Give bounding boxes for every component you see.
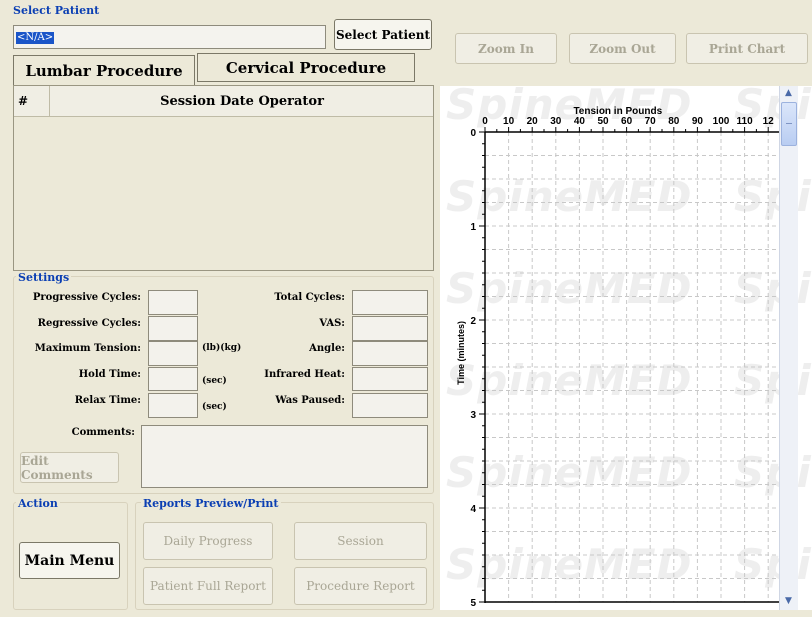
x-tick-label: 80 bbox=[668, 116, 680, 127]
y-tick-label: 1 bbox=[470, 222, 476, 233]
daily-progress-button[interactable]: Daily Progress bbox=[143, 522, 273, 560]
x-tick-label: 10 bbox=[503, 116, 515, 127]
tab-cervical-procedure[interactable]: Cervical Procedure bbox=[197, 53, 415, 82]
x-tick-label: 60 bbox=[621, 116, 633, 127]
setting-value-field[interactable] bbox=[352, 290, 428, 315]
y-tick-label: 4 bbox=[470, 504, 476, 515]
x-tick-label: 110 bbox=[737, 116, 754, 127]
x-tick-label: 100 bbox=[713, 116, 730, 127]
setting-label: VAS: bbox=[319, 318, 345, 329]
y-tick-label: 0 bbox=[470, 128, 476, 139]
scrollbar-thumb[interactable] bbox=[781, 102, 797, 146]
settings-group-label: Settings bbox=[16, 271, 72, 284]
chart-vertical-scrollbar[interactable]: ▲ ▼ bbox=[779, 86, 798, 610]
y-tick-label: 3 bbox=[470, 410, 476, 421]
zoom-out-button[interactable]: Zoom Out bbox=[569, 33, 676, 64]
setting-value-field[interactable] bbox=[148, 341, 198, 366]
chart-title: Tension in Pounds bbox=[573, 106, 662, 117]
setting-value-field[interactable] bbox=[352, 316, 428, 341]
comments-textarea[interactable] bbox=[141, 425, 428, 488]
chart-panel: SpineMEDSpineMEDSpineMEDSpineMEDSpineMED… bbox=[440, 86, 812, 610]
x-tick-label: 12 bbox=[763, 116, 775, 127]
tension-chart: 0 10 20 30 40 50 60 70 80 90 100 110 12012345Tension… bbox=[456, 106, 780, 609]
x-tick-label: 20 bbox=[527, 116, 539, 127]
setting-value-field[interactable] bbox=[148, 367, 198, 391]
y-axis-label: Time (minutes) bbox=[456, 321, 466, 385]
select-patient-button[interactable]: Select Patient bbox=[334, 19, 432, 50]
y-tick-label: 5 bbox=[470, 598, 476, 609]
setting-label: Angle: bbox=[309, 343, 345, 354]
select-patient-group-label: Select Patient bbox=[13, 4, 100, 17]
setting-label: Infrared Heat: bbox=[264, 369, 345, 380]
setting-unit: (sec) bbox=[202, 402, 227, 412]
sessions-header: # Session Date Operator bbox=[14, 86, 433, 117]
setting-label: Hold Time: bbox=[78, 369, 141, 380]
column-header-number[interactable]: # bbox=[14, 86, 50, 116]
patient-name-field[interactable]: <N/A> bbox=[13, 25, 326, 49]
setting-label: Was Paused: bbox=[275, 395, 345, 406]
x-tick-label: 0 bbox=[482, 116, 488, 127]
setting-value-field[interactable] bbox=[352, 341, 428, 366]
print-chart-button[interactable]: Print Chart bbox=[686, 33, 808, 64]
x-tick-label: 40 bbox=[574, 116, 586, 127]
procedure-report-button[interactable]: Procedure Report bbox=[294, 567, 427, 605]
setting-value-field[interactable] bbox=[148, 316, 198, 341]
session-report-button[interactable]: Session bbox=[294, 522, 427, 560]
zoom-in-button[interactable]: Zoom In bbox=[455, 33, 557, 64]
x-tick-label: 50 bbox=[597, 116, 609, 127]
scroll-up-arrow-icon[interactable]: ▲ bbox=[780, 86, 797, 100]
setting-value-field[interactable] bbox=[352, 367, 428, 391]
action-group-label: Action bbox=[16, 497, 60, 510]
x-tick-label: 30 bbox=[550, 116, 562, 127]
sessions-list[interactable]: # Session Date Operator bbox=[13, 85, 434, 271]
setting-unit: (sec) bbox=[202, 376, 227, 386]
patient-name-value: <N/A> bbox=[16, 32, 55, 44]
setting-label: Maximum Tension: bbox=[34, 343, 141, 354]
setting-label: Progressive Cycles: bbox=[32, 292, 141, 303]
y-tick-label: 2 bbox=[470, 316, 476, 327]
setting-value-field[interactable] bbox=[148, 393, 198, 418]
setting-label: Regressive Cycles: bbox=[37, 318, 141, 329]
reports-group-label: Reports Preview/Print bbox=[141, 497, 281, 510]
setting-value-field[interactable] bbox=[148, 290, 198, 315]
edit-comments-button[interactable]: Edit Comments bbox=[20, 452, 119, 483]
scroll-down-arrow-icon[interactable]: ▼ bbox=[780, 594, 797, 608]
setting-label: Total Cycles: bbox=[274, 292, 345, 303]
main-menu-button[interactable]: Main Menu bbox=[19, 542, 120, 579]
column-header-session-date-operator[interactable]: Session Date Operator bbox=[51, 86, 433, 116]
setting-value-field[interactable] bbox=[352, 393, 428, 418]
x-tick-label: 70 bbox=[645, 116, 657, 127]
setting-label: Relax Time: bbox=[74, 395, 141, 406]
patient-full-report-button[interactable]: Patient Full Report bbox=[143, 567, 273, 605]
x-tick-label: 90 bbox=[692, 116, 704, 127]
tab-lumbar-procedure[interactable]: Lumbar Procedure bbox=[13, 55, 195, 85]
comments-label: Comments: bbox=[71, 427, 135, 438]
